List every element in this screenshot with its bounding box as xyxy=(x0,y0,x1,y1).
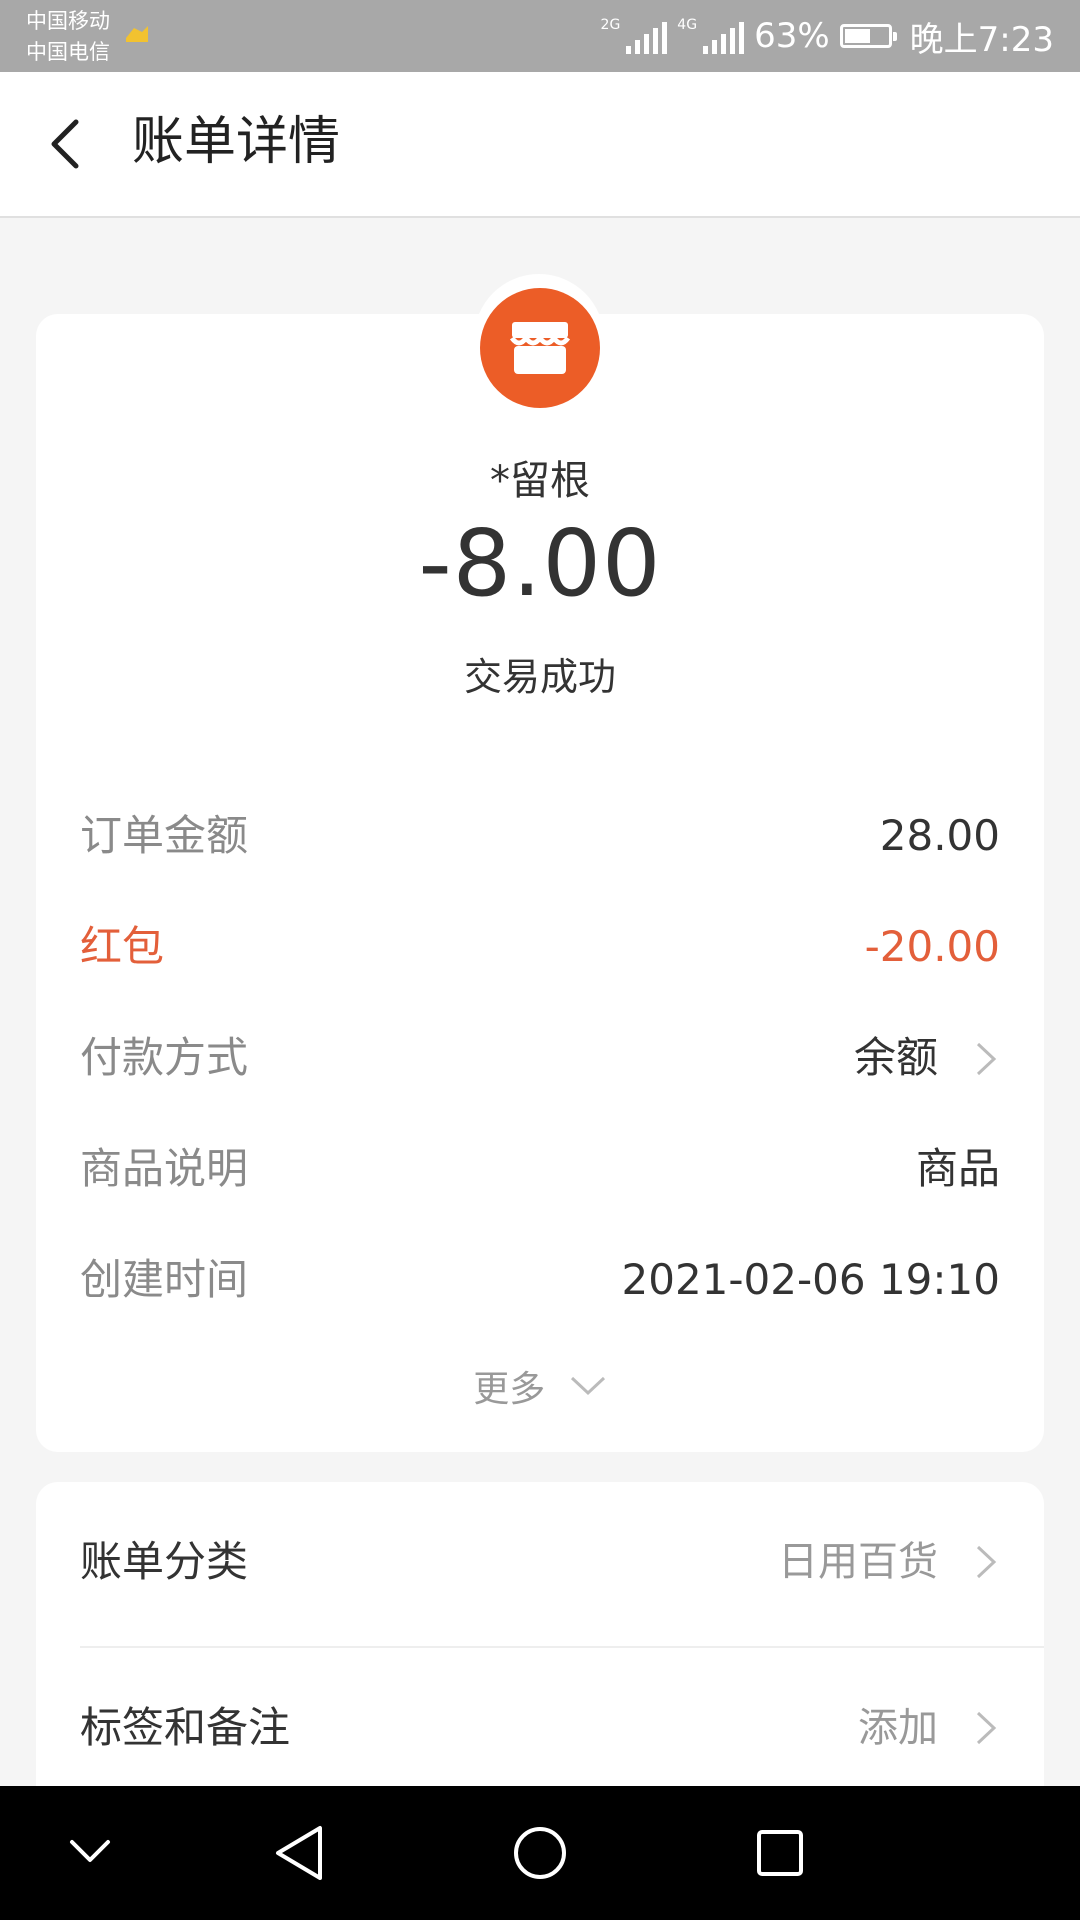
chevron-right-icon xyxy=(976,1545,997,1579)
bill-category-row[interactable]: 账单分类 日用百货 xyxy=(80,1530,1000,1594)
settings-label: 账单分类 xyxy=(80,1537,249,1586)
detail-row-created-time: 创建时间 2021-02-06 19:10 xyxy=(80,1250,1000,1310)
detail-row-order-amount: 订单金额 28.00 xyxy=(80,806,1000,866)
home-circle-icon[interactable] xyxy=(480,1786,600,1920)
detail-value: 余额 xyxy=(853,1033,938,1082)
tags-notes-row[interactable]: 标签和备注 添加 xyxy=(80,1696,1000,1760)
detail-label: 付款方式 xyxy=(80,1033,249,1082)
recents-square-icon[interactable] xyxy=(720,1786,840,1920)
detail-label: 商品说明 xyxy=(80,1144,249,1193)
detail-value: 28.00 xyxy=(879,811,1000,860)
chevron-left-icon[interactable] xyxy=(40,112,100,176)
transaction-status: 交易成功 xyxy=(463,655,616,699)
divider xyxy=(80,1646,1044,1648)
battery-icon xyxy=(839,24,897,48)
merchant-name: *留根 xyxy=(490,458,590,504)
page-title: 账单详情 xyxy=(132,112,341,172)
system-nav-bar xyxy=(0,1786,1080,1920)
carrier-label-2: 中国电信 xyxy=(26,40,110,64)
app-header: 账单详情 xyxy=(0,72,1080,218)
detail-label: 创建时间 xyxy=(80,1255,249,1304)
settings-value: 添加 xyxy=(858,1705,938,1751)
transaction-amount: -8.00 xyxy=(418,510,662,617)
chevron-right-icon xyxy=(976,1042,997,1076)
detail-row-payment-method[interactable]: 付款方式 余额 xyxy=(80,1028,1000,1088)
notification-icon xyxy=(126,26,148,42)
detail-row-product-desc: 商品说明 商品 xyxy=(80,1139,1000,1199)
detail-value: 商品 xyxy=(915,1144,1000,1193)
settings-value: 日用百货 xyxy=(778,1539,938,1585)
store-icon xyxy=(480,288,600,408)
detail-value: 2021-02-06 19:10 xyxy=(621,1255,1000,1304)
signal-4g-icon: 4G xyxy=(677,18,745,54)
carrier-label-1: 中国移动 xyxy=(26,9,110,33)
signal-2g-icon: 2G xyxy=(601,18,668,54)
more-button[interactable]: 更多 xyxy=(0,1360,1080,1412)
detail-label: 红包 xyxy=(80,922,165,971)
back-triangle-icon[interactable] xyxy=(240,1786,360,1920)
detail-value: -20.00 xyxy=(864,922,1000,971)
settings-label: 标签和备注 xyxy=(80,1703,291,1752)
chevron-down-icon xyxy=(570,1376,605,1396)
chevron-down-icon[interactable] xyxy=(30,1786,150,1920)
battery-percent: 63% xyxy=(754,16,830,56)
chevron-right-icon xyxy=(976,1711,997,1745)
detail-label: 订单金额 xyxy=(80,811,249,860)
status-bar: 中国移动 中国电信 2G 4G 63% 晚上7:23 xyxy=(0,0,1080,72)
detail-row-red-packet: 红包 -20.00 xyxy=(80,917,1000,977)
more-label: 更多 xyxy=(473,1369,546,1410)
status-time: 晚上7:23 xyxy=(909,19,1054,60)
